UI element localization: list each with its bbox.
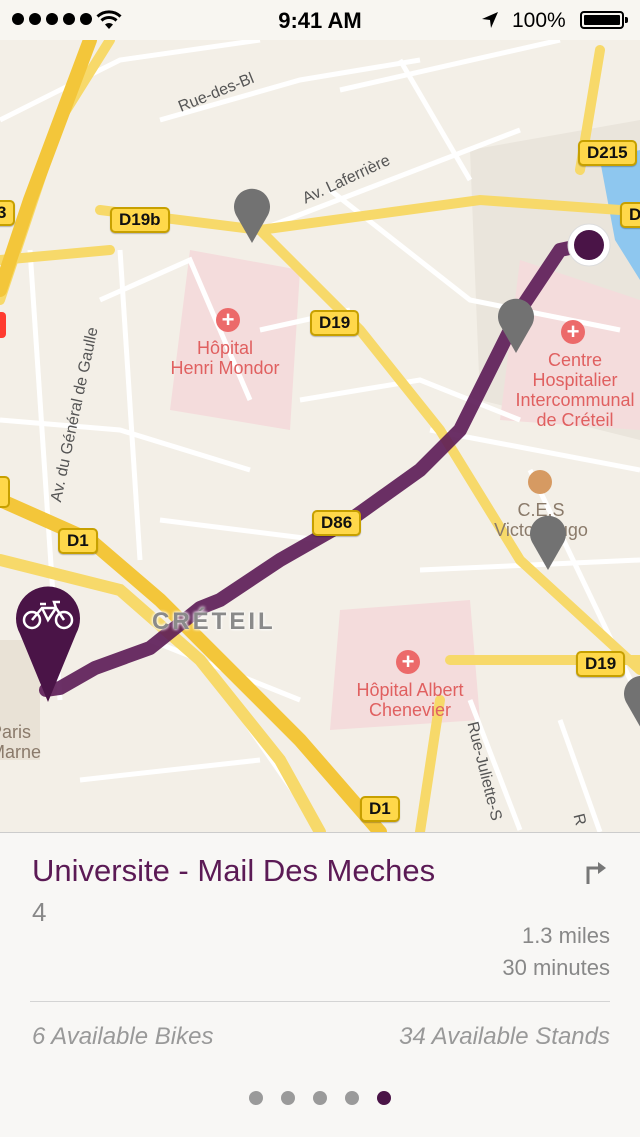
page-dot[interactable] xyxy=(345,1091,359,1105)
road-shield-d19-east: D19 xyxy=(576,651,626,677)
red-marker-fragment xyxy=(0,312,6,338)
available-bikes: 6 Available Bikes xyxy=(32,1023,214,1050)
status-bar: 9:41 AM 100% xyxy=(0,0,640,40)
poi-label-line: Hôpital xyxy=(196,338,254,358)
poi-label-line: Paris xyxy=(0,722,32,742)
poi-label-line: Chenevier xyxy=(368,700,452,720)
page-dot[interactable] xyxy=(313,1091,327,1105)
hospital-icon: + xyxy=(561,320,585,344)
location-arrow-icon xyxy=(482,12,498,28)
school-icon xyxy=(528,470,552,494)
turn-right-icon[interactable] xyxy=(582,858,610,886)
current-location-marker[interactable] xyxy=(566,222,612,268)
poi-hopital-albert-chenevier[interactable]: Hôpital Albert Chenevier xyxy=(330,680,490,720)
destination-bike-pin[interactable] xyxy=(14,586,82,704)
road-shield-d1: D1 xyxy=(58,528,98,554)
hospital-icon: + xyxy=(216,308,240,332)
road-shield-d215: D215 xyxy=(578,140,637,166)
poi-label-line: Hôpital Albert xyxy=(356,680,464,700)
available-stands: 34 Available Stands xyxy=(399,1023,610,1050)
road-shield-d1-south: D1 xyxy=(360,796,400,822)
divider xyxy=(30,1001,610,1002)
station-number: 4 xyxy=(32,897,47,927)
poi-centre-hospitalier[interactable]: Centre Hospitalier Intercommunal de Crét… xyxy=(496,350,640,430)
poi-paris-marne: Paris Marne xyxy=(0,722,60,762)
poi-label-line: Marne xyxy=(0,742,42,762)
station-pin[interactable] xyxy=(494,295,538,355)
route-duration: 30 minutes xyxy=(502,955,610,980)
poi-label-line: Hospitalier xyxy=(532,370,618,390)
station-pin[interactable] xyxy=(526,512,570,572)
map-view[interactable]: D215 D19b D19 D86 D1 D19 D1 D 3 Rue-des-… xyxy=(0,40,640,832)
station-pin-partial[interactable] xyxy=(620,672,640,732)
station-pin[interactable] xyxy=(230,185,274,245)
battery-percent: 100% xyxy=(512,9,566,32)
road-shield-d-partial: D xyxy=(620,202,640,228)
page-dot[interactable] xyxy=(249,1091,263,1105)
road-shield-fragment xyxy=(0,476,10,508)
route-distance: 1.3 miles xyxy=(521,923,610,948)
road-shield-d86: D86 xyxy=(312,510,362,536)
hospital-icon: + xyxy=(396,650,420,674)
poi-label-line: Intercommunal xyxy=(515,390,635,410)
map-canvas xyxy=(0,40,640,832)
page-indicator[interactable] xyxy=(0,1091,640,1105)
page-dot[interactable] xyxy=(281,1091,295,1105)
poi-label-line: de Créteil xyxy=(536,410,614,430)
road-shield-d19: D19 xyxy=(310,310,360,336)
battery-icon xyxy=(580,11,628,29)
station-detail-panel: Universite - Mail Des Meches 4 1.3 miles… xyxy=(0,832,640,1137)
road-shield-d19b: D19b xyxy=(110,207,170,233)
poi-label-line: Henri Mondor xyxy=(170,358,280,378)
city-label: CRÉTEIL xyxy=(152,608,276,635)
poi-hopital-henri-mondor[interactable]: Hôpital Henri Mondor xyxy=(150,338,300,378)
station-name: Universite - Mail Des Meches xyxy=(32,853,436,888)
road-shield-partial-left: 3 xyxy=(0,200,16,226)
page-dot[interactable] xyxy=(377,1091,391,1105)
